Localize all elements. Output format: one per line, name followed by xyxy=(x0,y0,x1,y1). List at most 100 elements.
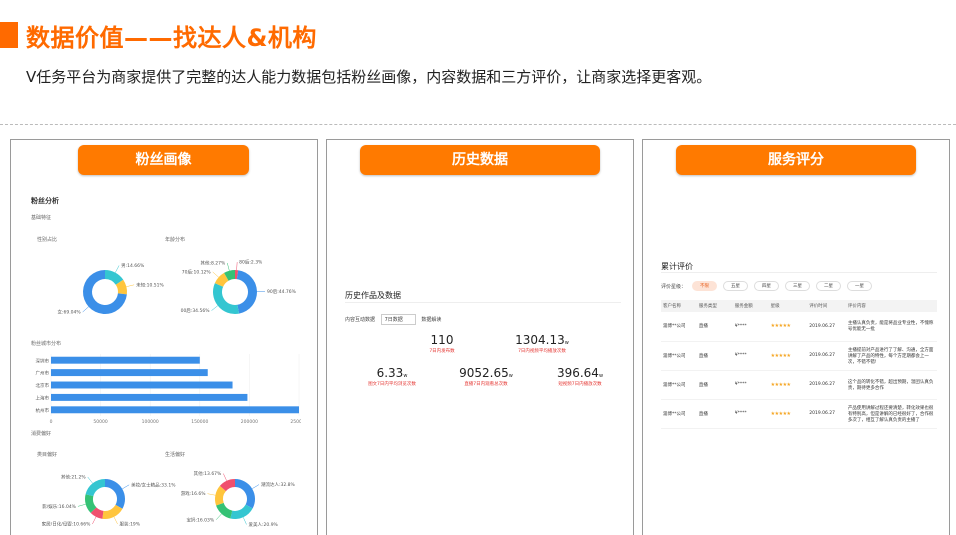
review-row: 淄博**公司 直播 ¥**** ★★★★★ 2019.06.27 产品使用讲解过程还要清楚… xyxy=(661,399,937,429)
donut-slice xyxy=(85,479,105,497)
review-table-header: 客户名称 服务类型 服务金额 星级 评价时间 评价内容 xyxy=(661,300,937,312)
star-chip[interactable]: 不限 xyxy=(692,281,718,291)
column-header: 客户名称 xyxy=(661,300,697,312)
slice-leader-line xyxy=(77,503,86,507)
column-header: 服务金额 xyxy=(732,300,769,312)
slice-label: 未知:10.51% xyxy=(136,281,164,288)
slice-label: 宝妈:16.03% xyxy=(187,516,215,523)
y-tick-label: 上海市 xyxy=(36,395,50,402)
consume-label: 消费偏好 xyxy=(31,431,52,437)
review-cell: 2019.06.27 xyxy=(807,312,846,342)
stat-item: 6.33w 图文7日内平均浏览次数 xyxy=(368,366,416,387)
stat-item: 110 7日内发布数 xyxy=(429,333,455,354)
donut-slice xyxy=(216,502,233,519)
slice-label: 男:14.66% xyxy=(121,263,145,269)
star-rating: ★★★★★ xyxy=(768,370,808,400)
star-rating: ★★★★★ xyxy=(768,341,808,371)
city-bar xyxy=(51,369,208,377)
review-cell: 主播认真负责，能是将品业专业性，不愧称号优能无一批 xyxy=(845,312,937,342)
column-header: 星级 xyxy=(768,300,808,312)
stat-item: 9052.65w 直播7日内观看总次数 xyxy=(459,366,513,387)
history-section-title: 历史作品及数据 xyxy=(345,291,401,300)
city-bar xyxy=(51,393,248,401)
slice-label: 爱美人:20.9% xyxy=(249,521,279,528)
service-panel: 服务评分 累计评价 评价星级： 不限 五星 四星 三星 二星 一星 客户名称 服… xyxy=(642,139,950,535)
shop-donut: 美妆/女士精品:33.1% 服装:19% 家居/日化/母婴:10.66% 影/娱乐:1… xyxy=(42,473,177,527)
city-bar xyxy=(51,356,200,364)
review-row: 淄博**公司 直播 ¥**** ★★★★★ 2019.06.27 这个品的转化不错，超出预… xyxy=(661,370,937,400)
slice-leader-line xyxy=(211,305,218,311)
review-row: 淄博**公司 直播 ¥**** ★★★★★ 2019.06.27 主播提前对产品进行了了解… xyxy=(661,341,937,371)
life-donut: 潮流达人:32.8% 爱美人:20.9% 宝妈:16.03% 游戏:16.6% 其他:1… xyxy=(181,470,296,528)
review-cell: 直播 xyxy=(696,399,733,429)
y-tick-label: 杭州市 xyxy=(36,407,50,414)
y-tick-label: 深圳市 xyxy=(36,357,50,364)
gender-chart-label: 性别占比 xyxy=(37,237,58,243)
star-rating: ★★★★★ xyxy=(768,399,808,429)
page-title: 数据价值——找达人&机构 xyxy=(26,24,317,52)
slice-label: 美妆/女士精品:33.1% xyxy=(131,481,176,488)
star-chip[interactable]: 一星 xyxy=(847,281,873,291)
review-cell: 这个品的转化不错，超出预期，温团认真负责，期待更多合作 xyxy=(845,370,937,400)
city-bar-chart: 0 50000 100000 150000 200000 250000 深圳市广州市北京市上… xyxy=(36,354,301,425)
x-tick-label: 200000 xyxy=(241,419,258,425)
dashed-divider xyxy=(0,124,956,125)
x-tick-label: 100000 xyxy=(142,419,159,425)
slice-leader-line xyxy=(207,493,216,496)
review-cell: 淄博**公司 xyxy=(661,312,697,342)
history-panel: 历史数据 历史作品及数据 内容互动数据 7日数据 数据解读 110 7日内发布数… xyxy=(326,139,634,535)
star-chip[interactable]: 五星 xyxy=(723,281,749,291)
history-period-select[interactable]: 7日数据 xyxy=(380,314,416,325)
star-rating: ★★★★★ xyxy=(768,312,808,342)
slice-leader-line xyxy=(223,473,227,481)
column-header: 评价内容 xyxy=(845,300,937,312)
star-chip[interactable]: 四星 xyxy=(754,281,780,291)
x-tick-label: 250000 xyxy=(290,419,301,425)
slice-leader-line xyxy=(126,284,135,287)
consume-donuts-svg: 美妆/女士精品:33.1% 服装:19% 家居/日化/母婴:10.66% 影/娱乐:1… xyxy=(42,470,296,528)
slice-leader-line xyxy=(87,476,93,484)
star-chip[interactable]: 二星 xyxy=(816,281,842,291)
slice-label: 00后:34.56% xyxy=(181,307,211,314)
slice-label: 其他:21.2% xyxy=(61,473,87,480)
donut-slice xyxy=(236,270,258,314)
basic-feature-label: 基础特征 xyxy=(31,215,52,221)
slice-leader-line xyxy=(82,306,89,313)
slice-label: 家居/日化/母婴:10.66% xyxy=(42,521,91,528)
shop-chart-label: 类目偏好 xyxy=(37,452,58,458)
review-cell: 2019.06.27 xyxy=(807,399,846,429)
slice-leader-line xyxy=(113,516,118,525)
donut-slice xyxy=(235,479,255,509)
page-subtitle: V任务平台为商家提供了完整的达人能力数据包括粉丝画像，内容数据和三方评价，让商家… xyxy=(26,68,712,86)
slice-label: 70后:10.12% xyxy=(182,268,212,275)
x-tick-label: 0 xyxy=(50,419,53,425)
y-tick-label: 北京市 xyxy=(36,382,50,389)
review-cell: 淄博**公司 xyxy=(661,399,697,429)
title-accent-bar xyxy=(0,22,18,48)
review-cell: 直播 xyxy=(696,370,733,400)
basic-donuts-svg: 男:14.66% 未知:10.51% 女:69.04% 80后:2.3% 90后:44… xyxy=(57,259,297,316)
slice-label: 游戏:16.6% xyxy=(181,490,207,497)
stat-item: 396.64w 短视频7日内播放次数 xyxy=(556,366,604,387)
review-cell: 产品使用讲解过程还要清楚，转化效果也很有特别高，但是讲解的已经很好了，合作很多次… xyxy=(845,399,937,429)
review-cell: 2019.06.27 xyxy=(807,341,846,371)
star-filter: 评价星级： 不限 五星 四星 三星 二星 一星 xyxy=(661,281,873,291)
history-filter: 内容互动数据 7日数据 数据解读 xyxy=(345,314,441,325)
star-chip[interactable]: 三星 xyxy=(785,281,811,291)
gender-donut: 男:14.66% 未知:10.51% 女:69.04% xyxy=(57,263,164,316)
slice-label: 女:69.04% xyxy=(57,309,81,316)
age-donut: 80后:2.3% 90后:44.76% 00后:34.56% 70后:10.12%其他… xyxy=(181,259,297,315)
slice-leader-line xyxy=(122,484,130,490)
history-divider xyxy=(345,302,621,303)
column-header: 服务类型 xyxy=(696,300,733,312)
slice-leader-line xyxy=(252,484,260,489)
donut-slice xyxy=(105,479,125,509)
history-filter-hint[interactable]: 数据解读 xyxy=(421,317,441,323)
fans-panel: 粉丝画像 粉丝分析 基础特征 性别占比 年龄分布 男:14.66% 未知:10.5… xyxy=(10,139,318,535)
city-bar xyxy=(51,406,299,414)
life-chart-label: 生活偏好 xyxy=(165,452,186,458)
city-chart-label: 粉丝城市分布 xyxy=(31,341,62,347)
x-tick-label: 50000 xyxy=(93,419,107,425)
review-cell: 淄博**公司 xyxy=(661,370,697,400)
fans-pill-label: 粉丝画像 xyxy=(78,145,249,175)
